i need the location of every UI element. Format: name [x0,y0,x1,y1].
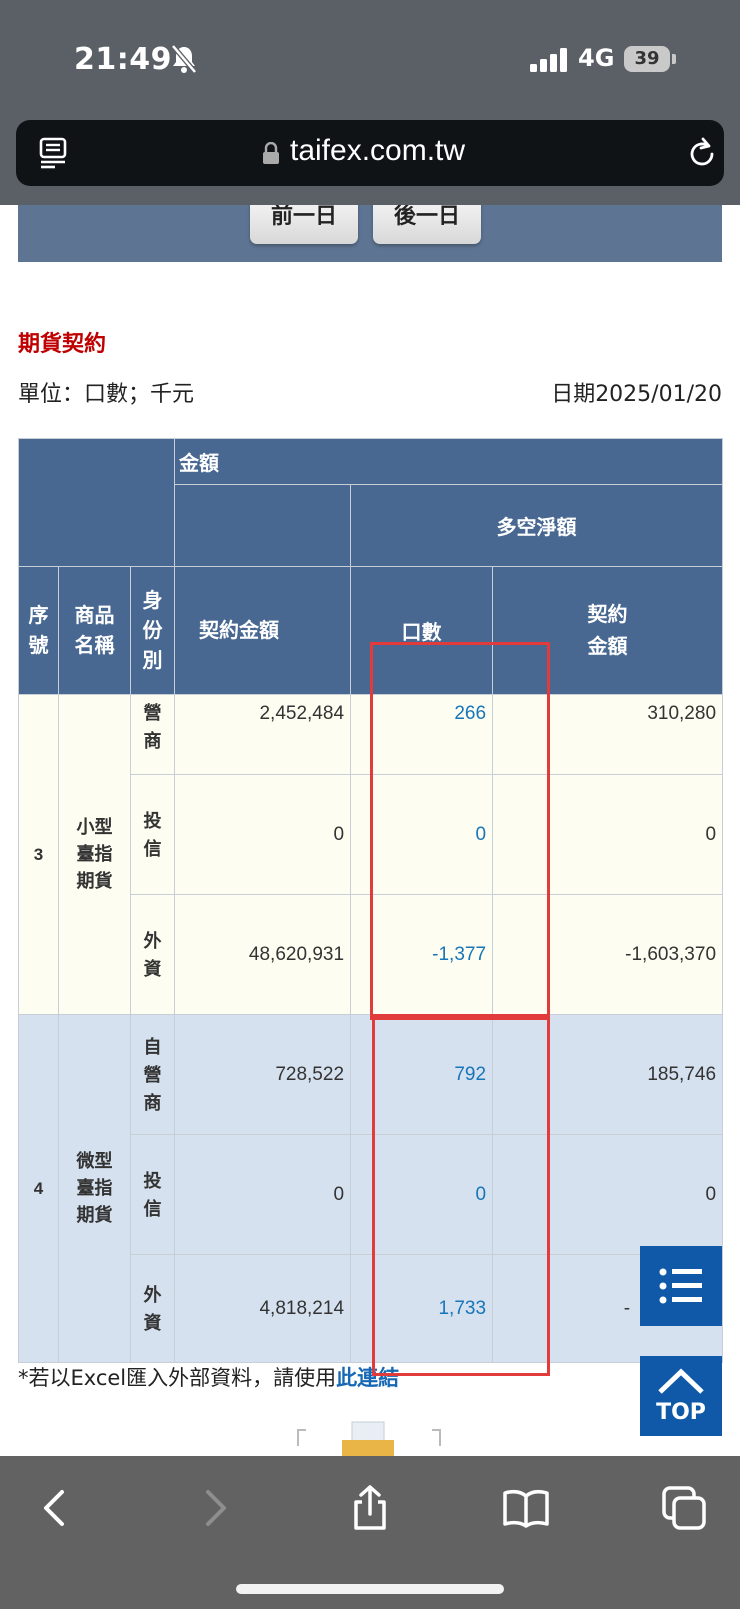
unit-label: 單位：口數；千元 [18,382,195,407]
browser-toolbar [0,1456,740,1609]
address-bar[interactable]: taifex.com.tw [16,120,724,186]
product-name-cell: 微型臺指期貨 [58,1014,131,1363]
status-time: 21:49 [74,42,172,77]
lots-cell[interactable]: 1,733 [350,1254,494,1363]
amount-cell: 48,620,931 [174,894,352,1015]
back-icon[interactable] [32,1484,80,1532]
header-identity: 身份別 [129,566,176,695]
header-amount: 金額 [174,438,724,485]
table-row: 3 小型臺指期貨 營商 2,452,484 266 310,280 [18,694,724,1015]
silent-bell-icon [171,44,197,74]
seq-cell: 3 [18,694,59,1015]
header-lots: 口數 [350,566,494,695]
header-product: 商品名稱 [58,566,131,695]
table-row: 4 微型臺指期貨 自營商 728,522 792 185,746 [18,1014,724,1363]
header-blank [17,438,176,567]
menu-button[interactable] [640,1246,722,1326]
identity-cell: 自營商 [129,1014,176,1135]
header-net: 多空淨額 [350,484,724,567]
network-type: 4G [578,44,615,72]
header-contract-amount: 契約金額 [174,566,352,695]
lots-cell[interactable]: 792 [350,1014,494,1135]
date-label: 日期2025/01/20 [551,382,722,407]
list-icon [659,1268,702,1304]
battery-level: 39 [634,48,660,69]
lock-icon [263,142,279,164]
header-blank-2 [174,484,352,567]
forward-icon[interactable] [190,1484,238,1532]
amount-cell: 0 [174,774,352,895]
reader-mode-icon[interactable] [38,136,68,170]
seq-cell: 4 [18,1014,59,1363]
footnote: *若以Excel匯入外部資料，請使用此連結 [18,1362,399,1392]
header-seq: 序號 [18,566,59,695]
net-amount-cell: 310,280 [492,694,724,775]
lots-cell[interactable]: 0 [350,1134,494,1255]
chevron-up-icon [658,1368,704,1394]
identity-cell: 外資 [129,1254,176,1363]
home-indicator [236,1584,504,1594]
lots-cell[interactable]: -1,377 [350,894,494,1015]
prev-day-button[interactable]: 前一日 [250,200,358,244]
footnote-text: *若以Excel匯入外部資料，請使用 [18,1366,337,1390]
identity-cell: 外資 [129,894,176,1015]
date-nav-band [18,200,722,262]
product-name-cell: 小型臺指期貨 [58,694,131,1015]
battery-icon: 39 [624,46,670,72]
net-amount-cell: 0 [492,774,724,895]
top-label: TOP [656,1400,706,1425]
section-title: 期貨契約 [18,332,107,357]
url-text[interactable]: taifex.com.tw [290,134,465,168]
amount-cell: 0 [174,1134,352,1255]
futures-table: 金額 多空淨額 序號 商品名稱 身份別 契約金額 口數 契約金額 3 小型臺指期… [17,438,724,1363]
identity-cell: 營商 [129,694,176,775]
next-day-button[interactable]: 後一日 [373,200,481,244]
header-net-contract-amount: 契約金額 [492,566,724,695]
lots-cell[interactable]: 0 [350,774,494,895]
identity-cell: 投信 [129,774,176,895]
identity-cell: 投信 [129,1134,176,1255]
battery-tip [672,54,676,64]
amount-cell: 4,818,214 [174,1254,352,1363]
excel-link[interactable]: 此連結 [336,1366,399,1390]
document-icon [297,1421,441,1458]
tabs-icon[interactable] [660,1484,708,1532]
signal-icon [530,48,567,72]
amount-cell: 2,452,484 [174,694,352,775]
share-icon[interactable] [346,1484,394,1532]
net-amount-cell: 0 [492,1134,724,1255]
net-amount-cell: -1,603,370 [492,894,724,1015]
lots-cell[interactable]: 266 [350,694,494,775]
reload-icon[interactable] [688,136,718,170]
net-amount-cell: 185,746 [492,1014,724,1135]
back-to-top-button[interactable]: TOP [640,1356,722,1436]
status-bar: 21:49 4G 39 taifex.com.tw [0,0,740,205]
amount-cell: 728,522 [174,1014,352,1135]
bookmarks-icon[interactable] [502,1484,550,1532]
